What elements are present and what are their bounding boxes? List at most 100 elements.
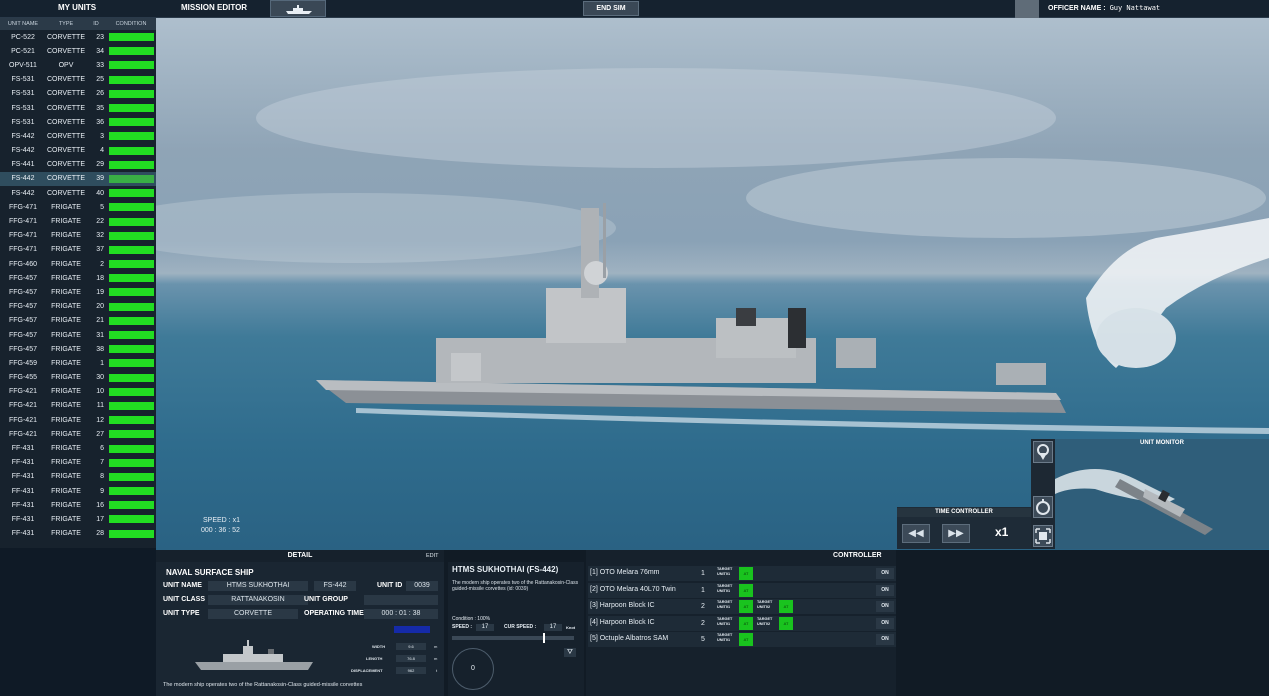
heading-dial[interactable]: 0 [452,648,494,690]
ship-view-button[interactable] [270,0,326,17]
weapon-toggle[interactable]: ON [876,634,894,645]
speed-field[interactable]: 17 [476,624,494,631]
unit-row[interactable]: FS-442 CORVETTE 4 [0,144,156,158]
unit-type-field[interactable]: CORVETTE [208,609,298,619]
unit-name: FFG-471 [8,218,37,226]
unit-type: FRIGATE [51,445,81,453]
unit-monitor: UNIT MONITOR [1055,439,1269,549]
unit-row[interactable]: FFG-471 FRIGATE 5 [0,200,156,214]
unit-row[interactable]: FFG-457 FRIGATE 19 [0,285,156,299]
unit-group-field[interactable] [364,595,438,605]
unit-row[interactable]: FF-431 FRIGATE 6 [0,441,156,455]
unit-row[interactable]: FFG-421 FRIGATE 10 [0,385,156,399]
unit-row[interactable]: FS-442 CORVETTE 40 [0,186,156,200]
center-view-button[interactable] [1033,525,1053,547]
target-slot[interactable]: AT [739,567,753,580]
weapon-toggle[interactable]: ON [876,617,894,629]
unit-row[interactable]: FFG-471 FRIGATE 22 [0,214,156,228]
unit-row[interactable]: OPV-511 OPV 33 [0,58,156,72]
edit-button[interactable]: EDIT [426,553,439,559]
triangle-icon[interactable]: ⛛ [564,648,576,657]
weapon-toggle[interactable]: ON [876,584,894,596]
sim-speed-readout: SPEED : x1 000 : 36 : 52 [201,516,240,536]
unit-name-field[interactable]: HTMS SUKHOTHAI [208,581,308,591]
timer-button[interactable] [1033,496,1053,518]
unit-id: 27 [96,430,104,438]
condition-bar [109,430,154,439]
weapon-toggle[interactable]: ON [876,601,894,612]
unit-id: 8 [100,473,104,481]
ship-info-name: HTMS SUKHOTHAI (FS-442) [452,565,559,574]
unit-code-field[interactable]: FS-442 [314,581,356,591]
unit-row[interactable]: FFG-459 FRIGATE 1 [0,356,156,370]
unit-row[interactable]: FF-431 FRIGATE 16 [0,498,156,512]
location-pin-button[interactable] [1033,441,1053,463]
weapon-row[interactable]: [5] Octuple Albatros SAM 5 TARGET UNIT01 AT O… [588,632,896,647]
target-slot[interactable]: AT [739,633,753,646]
unit-row[interactable]: FS-531 CORVETTE 35 [0,101,156,115]
unit-name: FFG-421 [8,430,37,438]
unit-row[interactable]: FF-431 FRIGATE 9 [0,484,156,498]
unit-row[interactable]: FFG-471 FRIGATE 32 [0,229,156,243]
unit-row[interactable]: FFG-460 FRIGATE 2 [0,257,156,271]
unit-id-field[interactable]: 0039 [406,581,438,591]
unit-row[interactable]: FS-531 CORVETTE 26 [0,87,156,101]
width-unit: m [434,644,438,649]
target-text: TARGET [717,583,733,588]
unit-row[interactable]: FF-431 FRIGATE 28 [0,527,156,541]
unit-row[interactable]: FS-531 CORVETTE 36 [0,115,156,129]
weapon-row[interactable]: [2] OTO Melara 40L70 Twin 1 TARGET UNIT01 AT… [588,582,896,598]
unit-row[interactable]: FS-441 CORVETTE 29 [0,158,156,172]
weapon-qty: 2 [701,603,705,610]
my-units-tab[interactable]: MY UNITS [58,3,96,12]
unit-class-label: UNIT CLASS [163,596,205,603]
speed-slider[interactable] [452,633,574,643]
unit-row[interactable]: PC-522 CORVETTE 23 [0,30,156,44]
unit-row[interactable]: FFG-421 FRIGATE 12 [0,413,156,427]
target-slot[interactable]: AT [739,616,753,630]
unit-row[interactable]: FFG-457 FRIGATE 31 [0,328,156,342]
unit-row[interactable]: FFG-457 FRIGATE 38 [0,342,156,356]
weapon-row[interactable]: [4] Harpoon Block IC 2 TARGET UNIT01 AT TARGE… [588,615,896,631]
target-slot[interactable]: AT [779,616,793,630]
unit-id: 16 [96,501,104,509]
detail-title: DETAIL [156,550,444,562]
unit-row[interactable]: FFG-457 FRIGATE 18 [0,271,156,285]
weapon-qty: 1 [701,586,705,594]
unit-name: FF-431 [11,459,35,467]
unit-row[interactable]: FF-431 FRIGATE 8 [0,470,156,484]
speed-slider-handle[interactable] [543,633,546,643]
unit-type: FRIGATE [51,218,81,226]
fast-forward-button[interactable]: ▶▶ [942,524,970,543]
target-slot[interactable]: AT [739,600,753,613]
unit-row[interactable]: PC-521 CORVETTE 34 [0,44,156,58]
unit-id: 39 [96,175,104,183]
unit-class-field[interactable]: RATTANAKOSIN [208,595,308,605]
condition-bar [109,47,154,56]
unit-row[interactable]: FS-442 CORVETTE 3 [0,129,156,143]
unit-row[interactable]: FF-431 FRIGATE 17 [0,512,156,526]
target-slot[interactable]: AT [739,583,753,597]
unit-row[interactable]: FFG-457 FRIGATE 20 [0,300,156,314]
weapon-row[interactable]: [1] OTO Melara 76mm 1 TARGET UNIT01 AT ON [588,566,896,581]
unit-id: 18 [96,274,104,282]
weapon-row[interactable]: [3] Harpoon Block IC 2 TARGET UNIT01 AT TARGE… [588,599,896,614]
unit-row[interactable]: FS-531 CORVETTE 25 [0,73,156,87]
unit-row[interactable]: FS-442 CORVETTE 39 [0,171,156,187]
unit-name: FFG-460 [8,260,37,268]
unit-row[interactable]: FF-431 FRIGATE 7 [0,456,156,470]
end-sim-button[interactable]: END SIM [583,1,639,16]
unit-row[interactable]: FFG-421 FRIGATE 11 [0,399,156,413]
unit-row[interactable]: FFG-457 FRIGATE 21 [0,314,156,328]
operating-time-label: OPERATING TIME [304,610,364,617]
unit-id: 2 [100,260,104,268]
target-slot[interactable]: AT [779,600,793,613]
rewind-button[interactable]: ◀◀ [902,524,930,543]
unit-type: CORVETTE [47,147,85,155]
unit-row[interactable]: FFG-421 FRIGATE 27 [0,427,156,441]
unit-row[interactable]: FFG-471 FRIGATE 37 [0,243,156,257]
mission-editor-tab[interactable]: MISSION EDITOR [181,3,247,12]
unit-row[interactable]: FFG-455 FRIGATE 30 [0,371,156,385]
weapon-toggle[interactable]: ON [876,568,894,579]
unit-color-swatch[interactable] [394,626,430,633]
